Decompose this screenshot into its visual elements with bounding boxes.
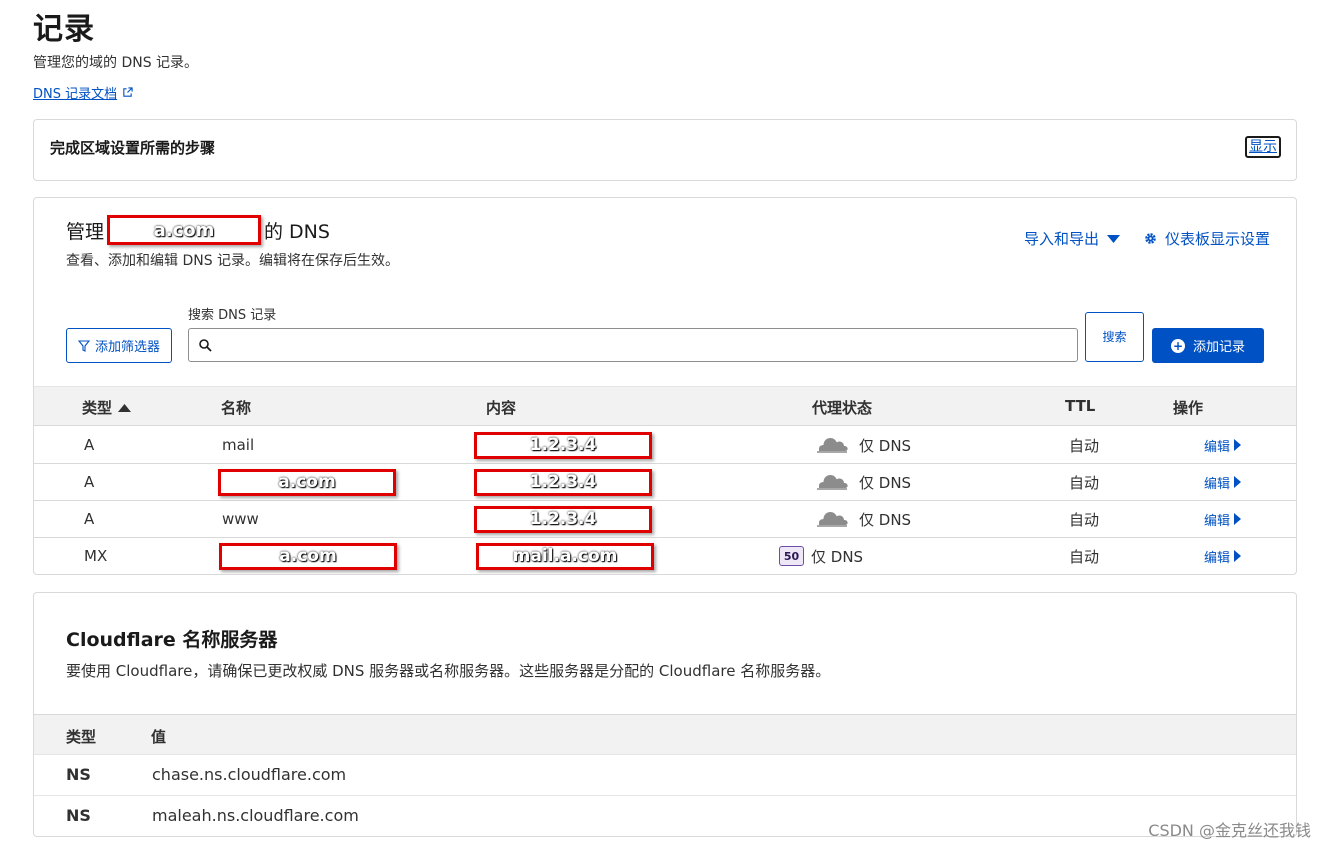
records-table-header: 类型 名称 内容 代理状态 TTL 操作	[34, 386, 1296, 426]
search-icon	[199, 338, 212, 352]
proxy-status-label: 仅 DNS	[859, 510, 912, 529]
record-content-redacted: 1.2.3.4	[474, 505, 652, 533]
proxy-status: 50 仅 DNS	[779, 538, 863, 574]
record-ttl: 自动	[1069, 436, 1100, 455]
add-record-label: 添加记录	[1192, 340, 1245, 355]
edit-record-button[interactable]: 编辑	[1204, 427, 1242, 463]
record-name: mail	[222, 436, 255, 454]
dns-card-title: 管理 a.com 的 DNS	[66, 215, 330, 245]
chevron-right-icon	[1234, 550, 1242, 562]
page-subtitle: 管理您的域的 DNS 记录。	[33, 55, 199, 71]
column-type[interactable]: 类型	[82, 397, 132, 418]
chevron-right-icon	[1234, 439, 1242, 451]
filter-icon	[77, 339, 90, 352]
table-row: A www 1.2.3.4 仅 DNS 自动 编辑	[34, 501, 1296, 538]
record-content-redacted: 1.2.3.4	[474, 468, 652, 496]
dns-only-cloud-icon	[817, 475, 848, 490]
dns-only-cloud-icon	[817, 512, 848, 527]
add-filter-label: 添加筛选器	[94, 340, 160, 355]
ns-value: maleah.ns.cloudflare.com	[152, 806, 359, 825]
proxy-status-label: 仅 DNS	[859, 436, 912, 455]
record-ttl: 自动	[1069, 473, 1100, 492]
proxy-status-label: 仅 DNS	[859, 473, 912, 492]
column-type-label: 类型	[82, 399, 113, 417]
record-name: www	[222, 510, 259, 528]
setup-steps-title: 完成区域设置所需的步骤	[50, 139, 216, 157]
table-row: MX a.com mail.a.com 50 仅 DNS 自动 编辑	[34, 538, 1296, 574]
ns-value: chase.ns.cloudflare.com	[152, 765, 347, 784]
record-name-redacted: a.com	[219, 542, 397, 570]
chevron-right-icon	[1234, 476, 1242, 488]
table-row: A mail 1.2.3.4 仅 DNS 自动 编辑	[34, 427, 1296, 464]
table-row: A a.com 1.2.3.4 仅 DNS 自动 编辑	[34, 464, 1296, 501]
edit-label: 编辑	[1204, 439, 1231, 455]
proxy-status: 仅 DNS	[815, 501, 911, 537]
mx-priority-badge: 50	[779, 546, 804, 566]
dns-docs-link-label: DNS 记录文档	[33, 87, 118, 102]
external-link-icon	[123, 87, 133, 97]
watermark: CSDN @金克丝还我钱	[1148, 821, 1311, 840]
import-export-dropdown[interactable]: 导入和导出	[1024, 228, 1120, 249]
nameservers-subtitle: 要使用 Cloudflare，请确保已更改权威 DNS 服务器或名称服务器。这些…	[66, 662, 831, 680]
record-type: A	[84, 510, 95, 528]
record-ttl: 自动	[1069, 547, 1100, 566]
dashboard-settings-button[interactable]: 仪表板显示设置	[1144, 228, 1270, 249]
column-content: 内容	[486, 399, 517, 417]
proxy-status: 仅 DNS	[815, 427, 911, 463]
edit-record-button[interactable]: 编辑	[1204, 464, 1242, 500]
import-export-label: 导入和导出	[1023, 230, 1099, 248]
record-name-redacted: a.com	[218, 468, 396, 496]
edit-label: 编辑	[1204, 550, 1231, 566]
column-name: 名称	[221, 399, 252, 417]
plus-icon: +	[1170, 338, 1185, 353]
column-proxy-status: 代理状态	[812, 399, 873, 417]
proxy-status: 仅 DNS	[815, 464, 911, 500]
record-type: MX	[84, 547, 108, 565]
edit-record-button[interactable]: 编辑	[1204, 501, 1242, 537]
edit-label: 编辑	[1204, 513, 1231, 529]
setup-steps-card: 完成区域设置所需的步骤 显示	[33, 119, 1297, 181]
table-row: NS chase.ns.cloudflare.com	[34, 755, 1296, 796]
ns-type: NS	[66, 765, 91, 784]
dns-title-suffix: 的 DNS	[264, 220, 330, 243]
column-actions: 操作	[1173, 399, 1204, 417]
ns-type: NS	[66, 806, 91, 825]
ns-column-type: 类型	[66, 728, 97, 746]
search-button[interactable]: 搜索	[1085, 312, 1144, 362]
chevron-right-icon	[1234, 513, 1242, 525]
ns-column-value: 值	[151, 728, 167, 746]
record-type: A	[84, 436, 95, 454]
redacted-domain: a.com	[107, 215, 262, 245]
caret-down-icon	[1106, 234, 1120, 243]
dns-docs-link[interactable]: DNS 记录文档	[33, 83, 133, 102]
table-row: NS maleah.ns.cloudflare.com	[34, 796, 1296, 837]
dns-title-prefix: 管理	[66, 220, 105, 243]
page-title: 记录	[33, 12, 95, 47]
sort-ascending-icon	[118, 403, 132, 412]
record-type: A	[84, 473, 95, 491]
gear-icon	[1145, 233, 1156, 244]
dns-management-card: 管理 a.com 的 DNS 查看、添加和编辑 DNS 记录。编辑将在保存后生效…	[33, 197, 1297, 575]
nameservers-table-header: 类型 值	[34, 714, 1296, 755]
record-content-redacted: mail.a.com	[476, 542, 654, 570]
edit-label: 编辑	[1204, 476, 1231, 492]
nameservers-card: Cloudflare 名称服务器 要使用 Cloudflare，请确保已更改权威…	[33, 592, 1297, 837]
dns-card-subtitle: 查看、添加和编辑 DNS 记录。编辑将在保存后生效。	[66, 253, 400, 269]
add-record-button[interactable]: + 添加记录	[1152, 328, 1264, 363]
show-steps-button[interactable]: 显示	[1245, 136, 1281, 158]
add-filter-button[interactable]: 添加筛选器	[66, 328, 172, 363]
edit-record-button[interactable]: 编辑	[1204, 538, 1242, 574]
dns-only-cloud-icon	[817, 438, 848, 453]
column-ttl: TTL	[1065, 397, 1096, 415]
search-label: 搜索 DNS 记录	[188, 308, 277, 323]
record-ttl: 自动	[1069, 510, 1100, 529]
dashboard-settings-label: 仪表板显示设置	[1164, 230, 1270, 248]
record-content-redacted: 1.2.3.4	[474, 431, 652, 459]
nameservers-title: Cloudflare 名称服务器	[66, 629, 278, 651]
proxy-status-label: 仅 DNS	[811, 547, 864, 566]
search-field[interactable]	[188, 328, 1078, 362]
search-input[interactable]	[220, 337, 1077, 353]
